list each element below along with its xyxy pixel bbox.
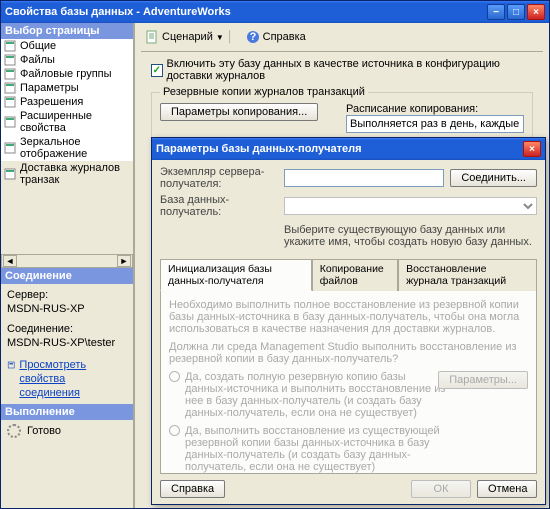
opt-1-text: Да, создать полную резервную копию базы … [185, 371, 448, 419]
server-value: MSDN-RUS-XP [7, 302, 127, 316]
script-icon [145, 30, 159, 44]
secondary-db-hint: Выберите существующую базу данных или ук… [284, 224, 537, 248]
server-label: Сервер: [7, 288, 127, 302]
cancel-button[interactable]: Отмена [477, 480, 537, 498]
page-icon [4, 96, 16, 108]
secondary-db-select[interactable] [284, 197, 537, 215]
secondary-db-label: База данных-получатель: [160, 194, 278, 218]
left-pane: Выбор страницы Общие Файлы Файловые груп… [1, 23, 135, 508]
dialog-titlebar: Параметры базы данных-получателя × [152, 138, 545, 160]
page-item-general[interactable]: Общие [1, 39, 133, 53]
page-icon [4, 54, 16, 66]
help-tool[interactable]: ? Справка [242, 29, 310, 45]
secondary-db-dialog: Параметры базы данных-получателя × Экзем… [151, 137, 546, 505]
maximize-button[interactable]: □ [507, 4, 525, 20]
init-intro: Необходимо выполнить полное восстановлен… [169, 299, 528, 335]
page-item-files[interactable]: Файлы [1, 53, 133, 67]
enable-logship-label: Включить эту базу данных в качестве исто… [167, 58, 543, 82]
page-icon [4, 68, 16, 80]
enable-logship-checkbox[interactable]: ✓ [151, 64, 163, 77]
help-icon: ? [246, 30, 260, 44]
conn-label: Соединение: [7, 322, 127, 336]
page-item-filegroups[interactable]: Файловые группы [1, 67, 133, 81]
page-icon [4, 142, 16, 154]
page-item-options[interactable]: Параметры [1, 81, 133, 95]
schedule-label: Расписание копирования: [346, 103, 524, 115]
toolbar: Сценарий ▼ │ ? Справка [141, 27, 543, 52]
instance-label: Экземпляр сервера-получателя: [160, 166, 278, 190]
instance-input[interactable] [284, 169, 444, 187]
dialog-buttons: Справка ОК Отмена [160, 474, 537, 498]
connection-props-icon [7, 358, 15, 372]
page-icon [4, 116, 16, 128]
progress-spinner-icon [7, 424, 21, 438]
progress-ready: Готово [27, 425, 61, 437]
tab-init[interactable]: Инициализация базы данных-получателя [160, 259, 312, 291]
h-scrollbar[interactable]: ◄ ► [1, 254, 133, 268]
page-icon [4, 168, 16, 180]
help-button[interactable]: Справка [160, 480, 225, 498]
progress-box: Готово [1, 420, 133, 442]
init-question: Должна ли среда Management Studio выполн… [169, 341, 528, 365]
script-tool[interactable]: Сценарий ▼ │ [141, 29, 238, 45]
opt-1-radio[interactable] [169, 371, 180, 382]
main-titlebar: Свойства базы данных - AdventureWorks − … [1, 1, 549, 23]
minimize-button[interactable]: − [487, 4, 505, 20]
tab-restore[interactable]: Восстановление журнала транзакций [398, 259, 537, 291]
scroll-right-icon[interactable]: ► [117, 255, 131, 267]
dialog-title: Параметры базы данных-получателя [156, 143, 523, 155]
backup-group: Резервные копии журналов транзакций Пара… [151, 92, 533, 142]
conn-value: MSDN-RUS-XP\tester [7, 336, 127, 350]
page-icon [4, 40, 16, 52]
dialog-close-button[interactable]: × [523, 141, 541, 157]
opt-2-row: Да, выполнить восстановление из существу… [169, 425, 528, 473]
page-item-logshipping[interactable]: Доставка журналов транзак [1, 161, 133, 187]
tab-body: Необходимо выполнить полное восстановлен… [160, 291, 537, 474]
page-item-mirroring[interactable]: Зеркальное отображение [1, 135, 133, 161]
opt-1-row: Да, создать полную резервную копию базы … [169, 371, 528, 419]
section-progress-label: Выполнение [1, 404, 133, 420]
ok-button[interactable]: ОК [411, 480, 471, 498]
svg-text:?: ? [249, 31, 256, 43]
view-connection-link[interactable]: Просмотреть свойства соединения [19, 358, 127, 400]
page-list: Общие Файлы Файловые группы Параметры Ра… [1, 39, 133, 187]
connect-button[interactable]: Соединить... [450, 169, 537, 187]
opt-2-radio[interactable] [169, 425, 180, 436]
page-item-extprops[interactable]: Расширенные свойства [1, 109, 133, 135]
tabs: Инициализация базы данных-получателя Коп… [160, 258, 537, 291]
page-item-permissions[interactable]: Разрешения [1, 95, 133, 109]
chevron-down-icon: ▼ [216, 33, 224, 42]
section-conn-label: Соединение [1, 268, 133, 284]
enable-logship-row: ✓ Включить эту базу данных в качестве ис… [151, 58, 543, 82]
tab-copy[interactable]: Копирование файлов [312, 259, 398, 291]
connection-box: Сервер: MSDN-RUS-XP Соединение: MSDN-RUS… [1, 284, 133, 404]
main-title: Свойства базы данных - AdventureWorks [5, 6, 487, 18]
schedule-text[interactable] [346, 115, 524, 133]
scroll-left-icon[interactable]: ◄ [3, 255, 17, 267]
opt-1-params-button[interactable]: Параметры... [438, 371, 528, 389]
page-icon [4, 82, 16, 94]
backup-params-button[interactable]: Параметры копирования... [160, 103, 318, 121]
opt-2-text: Да, выполнить восстановление из существу… [185, 425, 448, 473]
section-pages-label: Выбор страницы [1, 23, 133, 39]
backup-group-title: Резервные копии журналов транзакций [160, 86, 368, 98]
close-button[interactable]: × [527, 4, 545, 20]
